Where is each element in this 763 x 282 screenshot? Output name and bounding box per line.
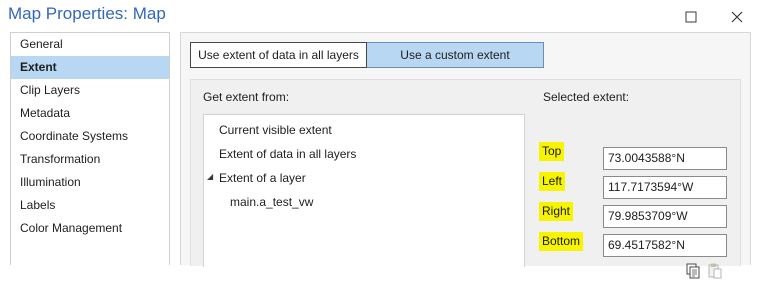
paste-icon: [708, 263, 722, 279]
maximize-button[interactable]: [676, 4, 706, 28]
list-item-layer-main-a-test-vw[interactable]: main.a_test_vw: [230, 195, 313, 209]
extent-source-list[interactable]: Current visible extent Extent of data in…: [203, 114, 525, 267]
right-field[interactable]: 79.9853709°W: [603, 205, 727, 228]
sidebar-item-color-management[interactable]: Color Management: [11, 217, 169, 240]
bottom-field[interactable]: 69.4517582°N: [603, 234, 727, 257]
collapse-triangle-icon[interactable]: ◢: [207, 172, 213, 181]
sidebar-item-extent[interactable]: Extent: [11, 56, 169, 79]
title-bar: Map Properties: Map: [0, 0, 763, 32]
copy-extent-button[interactable]: [685, 263, 701, 279]
sidebar-item-illumination[interactable]: Illumination: [11, 171, 169, 194]
list-item-label: Extent of a layer: [219, 171, 306, 185]
list-item-extent-of-data[interactable]: Extent of data in all layers: [219, 147, 356, 161]
sidebar-item-clip-layers[interactable]: Clip Layers: [11, 79, 169, 102]
sidebar-item-metadata[interactable]: Metadata: [11, 102, 169, 125]
right-label: Right: [539, 202, 574, 221]
window-title: Map Properties: Map: [8, 4, 166, 23]
sidebar-item-labels[interactable]: Labels: [11, 194, 169, 217]
get-extent-label: Get extent from:: [203, 90, 290, 104]
custom-extent-panel: Get extent from: Selected extent: Curren…: [190, 79, 741, 279]
paste-extent-button[interactable]: [707, 263, 723, 279]
top-label: Top: [539, 142, 565, 161]
close-icon: [731, 11, 743, 23]
list-item-extent-of-layer[interactable]: ◢ Extent of a layer: [207, 171, 306, 185]
maximize-icon: [685, 11, 697, 23]
selected-extent-label: Selected extent:: [543, 90, 630, 104]
bottom-label: Bottom: [539, 232, 584, 251]
left-field[interactable]: 117.7173594°W: [603, 176, 727, 199]
left-label: Left: [539, 172, 566, 191]
top-field[interactable]: 73.0043588°N: [603, 147, 727, 170]
sidebar-item-transformation[interactable]: Transformation: [11, 148, 169, 171]
copy-icon: [686, 263, 700, 279]
tab-custom-extent[interactable]: Use a custom extent: [367, 42, 544, 68]
sidebar: General Extent Clip Layers Metadata Coor…: [10, 32, 170, 265]
close-button[interactable]: [722, 4, 752, 28]
tab-extent-of-data[interactable]: Use extent of data in all layers: [190, 42, 367, 68]
extent-panel: Use extent of data in all layers Use a c…: [180, 32, 751, 279]
sidebar-item-general[interactable]: General: [11, 33, 169, 56]
list-item-current-visible-extent[interactable]: Current visible extent: [219, 123, 332, 137]
sidebar-item-coordinate-systems[interactable]: Coordinate Systems: [11, 125, 169, 148]
